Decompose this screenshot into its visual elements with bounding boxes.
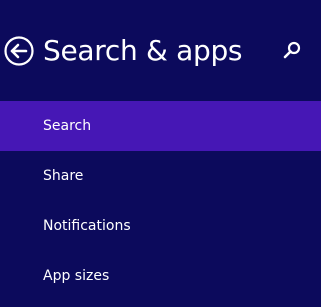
nav-item-search[interactable]: Search: [0, 101, 321, 151]
settings-nav-list: Search Share Notifications App sizes: [0, 101, 321, 301]
settings-header: Search & apps: [0, 0, 321, 100]
page-title: Search & apps: [43, 34, 243, 67]
nav-item-label: Share: [43, 168, 84, 184]
search-icon[interactable]: [282, 40, 302, 60]
nav-item-notifications[interactable]: Notifications: [0, 201, 321, 251]
nav-item-label: App sizes: [43, 268, 110, 284]
back-arrow-icon[interactable]: [4, 36, 34, 66]
nav-item-label: Notifications: [43, 218, 131, 234]
nav-item-share[interactable]: Share: [0, 151, 321, 201]
nav-item-label: Search: [43, 118, 92, 134]
nav-item-app-sizes[interactable]: App sizes: [0, 251, 321, 301]
